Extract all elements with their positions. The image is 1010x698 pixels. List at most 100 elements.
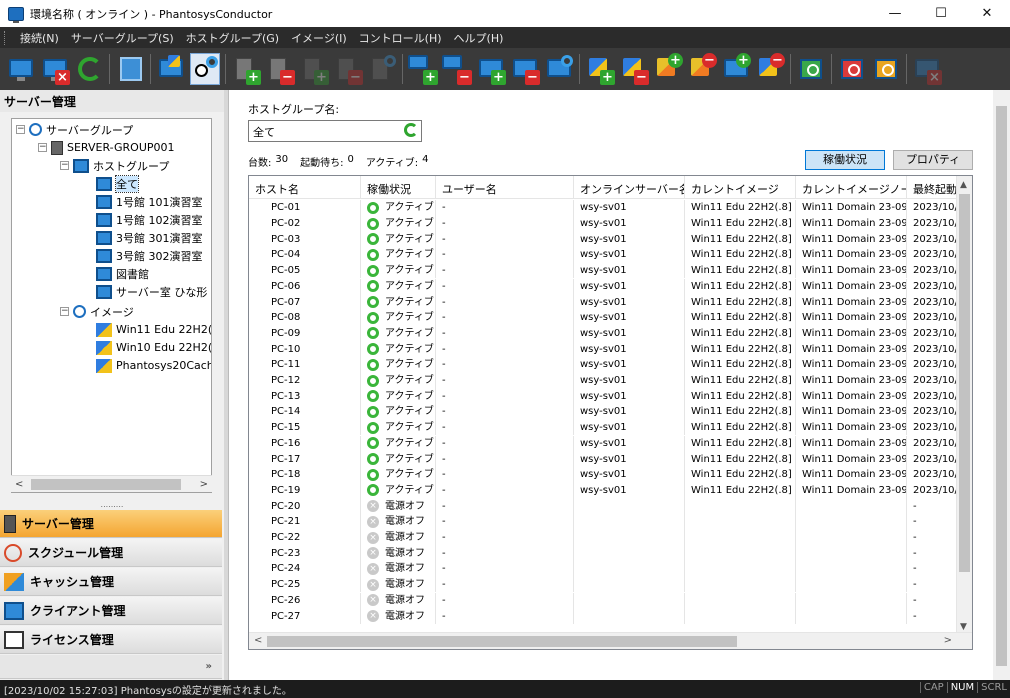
table-row[interactable]: PC-21 × 電源オフ - - — [249, 514, 961, 530]
table-row[interactable]: PC-14 アクティブ - wsy-sv01 Win11 Edu 22H2(.8] Win… — [249, 404, 961, 420]
table-row[interactable]: PC-08 アクティブ - wsy-sv01 Win11 Edu 22H2(.8] Win… — [249, 309, 961, 326]
table-row[interactable]: PC-01 アクティブ - wsy-sv01 Win11 Edu 22H2(.8] Win… — [249, 200, 961, 216]
main-vertical-scrollbar[interactable] — [993, 90, 1010, 680]
add-host-icon[interactable]: + — [476, 53, 506, 85]
table-row[interactable]: PC-16 アクティブ - wsy-sv01 Win11 Edu 22H2(.8] Win… — [249, 435, 961, 452]
menu-help[interactable]: ヘルプ(H) — [448, 30, 510, 46]
table-row[interactable]: PC-19 アクティブ - wsy-sv01 Win11 Edu 22H2(.8] Win… — [249, 482, 961, 499]
host-settings-icon[interactable] — [544, 53, 574, 85]
collapse-icon[interactable]: − — [60, 307, 69, 316]
tree-node-room[interactable]: サーバー室 ひな形 — [96, 283, 207, 300]
power-on-icon[interactable] — [796, 53, 826, 85]
scroll-thumb[interactable] — [996, 106, 1007, 666]
tree-node-image[interactable]: − イメージ — [60, 303, 134, 320]
menu-server-group[interactable]: サーバーグループ(S) — [65, 30, 180, 46]
column-header-image-node[interactable]: カレントイメージノード — [796, 176, 907, 199]
add-group-icon[interactable]: + — [408, 53, 438, 85]
power-off-icon[interactable] — [837, 53, 867, 85]
refresh-icon[interactable] — [74, 53, 104, 85]
maximize-button[interactable]: ☐ — [918, 0, 964, 27]
scroll-down-icon[interactable]: ▼ — [960, 622, 967, 632]
add-server-disabled-icon[interactable]: + — [299, 53, 329, 85]
splitter-grip[interactable]: ......... — [0, 501, 224, 510]
chevron-double-right-icon[interactable]: » — [206, 661, 212, 672]
table-row[interactable]: PC-23 × 電源オフ - - — [249, 545, 961, 562]
connect-monitor-icon[interactable] — [6, 53, 36, 85]
table-row[interactable]: PC-18 アクティブ - wsy-sv01 Win11 Edu 22H2(.8] Win… — [249, 466, 961, 483]
tree-node-image-item[interactable]: Phantosys20Cache — [96, 357, 211, 374]
nav-cache-management[interactable]: キャッシュ管理 — [0, 568, 222, 596]
cube-monitor-icon[interactable] — [156, 53, 186, 85]
scroll-thumb[interactable] — [959, 194, 970, 572]
menu-control[interactable]: コントロール(H) — [353, 30, 448, 46]
column-header-last-boot[interactable]: 最終起動 — [907, 176, 959, 199]
table-row[interactable]: PC-03 アクティブ - wsy-sv01 Win11 Edu 22H2(.8] Win… — [249, 231, 961, 248]
tree-node-room[interactable]: 図書館 — [96, 265, 149, 282]
menu-connect[interactable]: 接続(N) — [14, 30, 65, 46]
add-client-image-icon[interactable]: + — [721, 53, 751, 85]
table-row[interactable]: PC-13 アクティブ - wsy-sv01 Win11 Edu 22H2(.8] Win… — [249, 388, 961, 405]
tab-properties[interactable]: プロパティ — [893, 150, 973, 170]
nav-more[interactable]: » — [0, 655, 222, 679]
collapse-icon[interactable]: − — [16, 125, 25, 134]
scroll-thumb[interactable] — [267, 636, 737, 647]
tree-node-image-item[interactable]: Win10 Edu 22H2(.8 — [96, 339, 211, 356]
remove-server-icon[interactable]: − — [265, 53, 295, 85]
tree-node-room[interactable]: 3号館 302演習室 — [96, 247, 203, 264]
tree-node-server[interactable]: − SERVER-GROUP001 — [38, 139, 175, 156]
nav-server-management[interactable]: サーバー管理 — [0, 510, 222, 538]
disconnect-monitor-icon[interactable]: × — [40, 53, 70, 85]
remove-server-disabled-icon[interactable]: − — [333, 53, 363, 85]
remove-image-alt-icon[interactable]: − — [687, 53, 717, 85]
column-header-status[interactable]: 稼働状況 — [361, 176, 436, 199]
collapse-icon[interactable]: − — [60, 161, 69, 170]
download-icon[interactable] — [115, 53, 145, 85]
table-row[interactable]: PC-11 アクティブ - wsy-sv01 Win11 Edu 22H2(.8] Win… — [249, 357, 961, 373]
add-server-icon[interactable]: + — [231, 53, 261, 85]
search-settings-icon[interactable] — [190, 53, 220, 85]
nav-license-management[interactable]: ライセンス管理 — [0, 626, 222, 654]
remove-client-image-icon[interactable]: − — [755, 53, 785, 85]
table-row[interactable]: PC-25 × 電源オフ - - — [249, 576, 961, 593]
grid-vertical-scrollbar[interactable]: ▲ ▼ — [956, 176, 972, 634]
restart-icon[interactable] — [871, 53, 901, 85]
tree-node-room[interactable]: 1号館 102演習室 — [96, 211, 203, 228]
table-row[interactable]: PC-10 アクティブ - wsy-sv01 Win11 Edu 22H2(.8] Win… — [249, 341, 961, 357]
table-row[interactable]: PC-27 × 電源オフ - - — [249, 608, 961, 624]
remove-image-icon[interactable]: − — [619, 53, 649, 85]
refresh-icon[interactable] — [404, 123, 418, 137]
tree-node-image-item[interactable]: Win11 Edu 22H2(.8 — [96, 321, 211, 338]
tab-status[interactable]: 稼働状況 — [805, 150, 885, 170]
scroll-right-icon[interactable]: > — [944, 635, 952, 646]
nav-schedule-management[interactable]: スクジュール管理 — [0, 539, 222, 567]
table-row[interactable]: PC-24 × 電源オフ - - — [249, 561, 961, 577]
nav-client-management[interactable]: クライアント管理 — [0, 597, 222, 625]
table-row[interactable]: PC-09 アクティブ - wsy-sv01 Win11 Edu 22H2(.8] Win… — [249, 325, 961, 342]
column-header-online-server[interactable]: オンラインサーバー名 — [574, 176, 685, 199]
close-button[interactable]: ✕ — [964, 0, 1010, 27]
table-row[interactable]: PC-20 × 電源オフ - - — [249, 498, 961, 514]
column-header-host[interactable]: ホスト名 — [249, 176, 361, 199]
table-row[interactable]: PC-17 アクティブ - wsy-sv01 Win11 Edu 22H2(.8] Win… — [249, 451, 961, 467]
table-row[interactable]: PC-12 アクティブ - wsy-sv01 Win11 Edu 22H2(.8] Win… — [249, 372, 961, 389]
table-row[interactable]: PC-04 アクティブ - wsy-sv01 Win11 Edu 22H2(.8] Win… — [249, 247, 961, 263]
table-row[interactable]: PC-07 アクティブ - wsy-sv01 Win11 Edu 22H2(.8] Win… — [249, 294, 961, 310]
collapse-icon[interactable]: − — [38, 143, 47, 152]
table-row[interactable]: PC-26 × 電源オフ - - — [249, 592, 961, 609]
grid-horizontal-scrollbar[interactable]: < > — [249, 632, 972, 649]
remove-host-icon[interactable]: − — [510, 53, 540, 85]
scroll-left-icon[interactable]: < — [15, 479, 23, 490]
add-image-icon[interactable]: + — [585, 53, 615, 85]
scroll-left-icon[interactable]: < — [254, 635, 262, 646]
column-header-current-image[interactable]: カレントイメージ — [685, 176, 796, 199]
table-row[interactable]: PC-02 アクティブ - wsy-sv01 Win11 Edu 22H2(.8] Win… — [249, 215, 961, 232]
column-header-user[interactable]: ユーザー名 — [436, 176, 574, 199]
tree-node-host-group[interactable]: − ホストグループ — [60, 157, 169, 174]
menu-image[interactable]: イメージ(I) — [285, 30, 353, 46]
tree-node-all[interactable]: 全て — [96, 174, 139, 193]
disconnect-icon[interactable]: × — [912, 53, 942, 85]
tree-node-room[interactable]: 3号館 301演習室 — [96, 229, 203, 246]
tree-node-room[interactable]: 1号館 101演習室 — [96, 193, 203, 210]
table-row[interactable]: PC-06 アクティブ - wsy-sv01 Win11 Edu 22H2(.8] Win… — [249, 278, 961, 295]
minimize-button[interactable]: — — [872, 0, 918, 27]
